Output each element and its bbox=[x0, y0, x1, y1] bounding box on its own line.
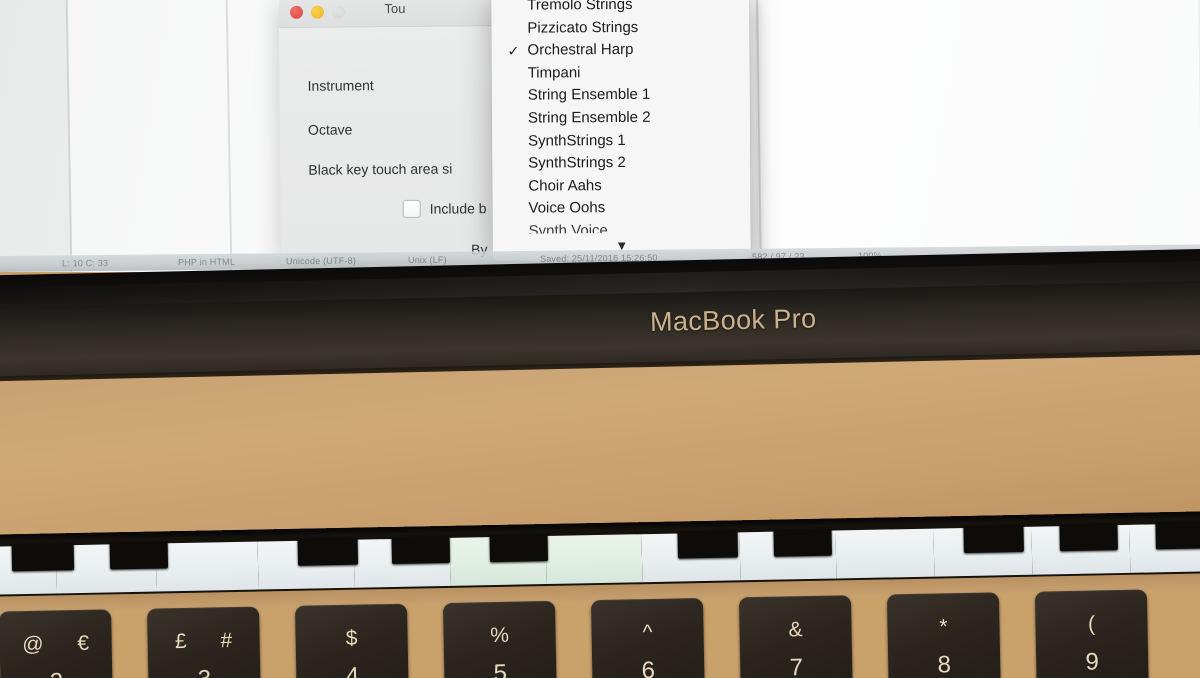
menu-item-label: Choir Aahs bbox=[528, 176, 602, 195]
menu-item-string-ensemble-2[interactable]: String Ensemble 2 bbox=[492, 106, 750, 130]
status-caret-position[interactable]: L: 10 C: 33 bbox=[62, 258, 108, 268]
label-instrument: Instrument bbox=[307, 77, 374, 94]
menu-item-orchestral-harp[interactable]: ✓ Orchestral Harp bbox=[491, 38, 749, 62]
include-checkbox-row[interactable]: Include b bbox=[402, 199, 487, 218]
key-3-digit: 3 bbox=[148, 665, 261, 678]
label-black-key-touch-area-size: Black key touch area si bbox=[308, 160, 453, 178]
menu-item-label: String Ensemble 1 bbox=[527, 86, 651, 104]
menu-item-choir-aahs[interactable]: Choir Aahs bbox=[492, 174, 750, 198]
key-9-digit: 9 bbox=[1085, 648, 1100, 676]
piano-white-key[interactable] bbox=[545, 534, 644, 585]
key-2[interactable]: @ € 2 bbox=[0, 609, 113, 678]
menu-item-label: Pizzicato Strings bbox=[527, 18, 639, 37]
key-9-symbol: ( bbox=[1087, 612, 1096, 636]
menu-item-string-ensemble-1[interactable]: String Ensemble 1 bbox=[492, 84, 750, 108]
menu-item-label: SynthStrings 1 bbox=[528, 131, 626, 150]
menu-item-voice-oohs[interactable]: Voice Oohs bbox=[492, 197, 750, 221]
key-8-digit: 8 bbox=[937, 651, 952, 678]
key-8-symbol: * bbox=[939, 615, 948, 639]
key-3[interactable]: £ # 3 bbox=[147, 606, 261, 678]
piano-black-key[interactable] bbox=[963, 524, 1024, 554]
status-line-ending[interactable]: Unix (LF) bbox=[408, 255, 447, 265]
key-2-modifiers: @ € bbox=[22, 631, 104, 657]
key-6[interactable]: ^ 6 bbox=[590, 598, 705, 678]
screenshot-root: Tou Instrument Octave Black key touch ar… bbox=[0, 0, 1200, 678]
laptop-screen: Tou Instrument Octave Black key touch ar… bbox=[0, 0, 1200, 272]
menu-item-label: SynthStrings 2 bbox=[528, 154, 626, 172]
menu-item-label: String Ensemble 2 bbox=[527, 108, 651, 127]
piano-white-key[interactable] bbox=[155, 541, 260, 592]
key-5-digit: 5 bbox=[493, 659, 508, 678]
key-7-digit: 7 bbox=[789, 654, 804, 678]
include-checkbox[interactable] bbox=[402, 199, 421, 218]
key-6-digit: 6 bbox=[641, 656, 656, 678]
key-4[interactable]: $ 4 bbox=[295, 603, 409, 678]
instrument-menu-list: Tremolo Strings Pizzicato Strings ✓ Orch… bbox=[491, 0, 750, 234]
menu-item-label: Voice Oohs bbox=[528, 199, 606, 217]
piano-black-key[interactable] bbox=[677, 530, 738, 559]
include-checkbox-label: Include b bbox=[429, 200, 487, 217]
piano-black-key[interactable] bbox=[1059, 523, 1118, 552]
window-title: Tou bbox=[384, 0, 406, 17]
background-window-right bbox=[757, 0, 1200, 272]
instrument-popup-menu[interactable]: Tremolo Strings Pizzicato Strings ✓ Orch… bbox=[491, 0, 751, 261]
piano-black-key[interactable] bbox=[1155, 521, 1200, 550]
piano-black-key[interactable] bbox=[489, 534, 549, 563]
menu-item-timpani[interactable]: Timpani bbox=[492, 61, 750, 85]
touch-bar-piano-dialog[interactable]: Tou Instrument Octave Black key touch ar… bbox=[278, 0, 514, 262]
key-7-symbol: & bbox=[788, 618, 803, 642]
piano-black-key[interactable] bbox=[773, 528, 832, 557]
key-2-digit: 2 bbox=[0, 667, 113, 678]
key-8[interactable]: * 8 bbox=[886, 592, 1001, 678]
menu-item-synthstrings-1[interactable]: SynthStrings 1 bbox=[492, 129, 750, 153]
piano-black-key[interactable] bbox=[11, 543, 75, 572]
piano-white-key[interactable] bbox=[835, 528, 936, 579]
label-octave: Octave bbox=[307, 121, 353, 138]
menu-item-synthstrings-2[interactable]: SynthStrings 2 bbox=[492, 151, 750, 175]
key-9[interactable]: ( 9 bbox=[1034, 589, 1149, 678]
key-7[interactable]: & 7 bbox=[738, 595, 853, 678]
menu-item-tremolo-strings[interactable]: Tremolo Strings bbox=[491, 0, 749, 17]
key-6-symbol: ^ bbox=[642, 620, 653, 645]
status-syntax-mode[interactable]: PHP in HTML bbox=[178, 257, 235, 268]
checkmark-icon: ✓ bbox=[507, 42, 520, 59]
piano-black-key[interactable] bbox=[391, 535, 451, 564]
menu-item-label: Timpani bbox=[527, 64, 581, 82]
menu-item-label: Tremolo Strings bbox=[527, 0, 633, 14]
key-5-symbol: % bbox=[490, 623, 510, 648]
piano-black-key[interactable] bbox=[109, 541, 169, 570]
menu-item-synth-voice[interactable]: Synth Voice bbox=[493, 219, 751, 234]
key-4-digit: 4 bbox=[345, 662, 360, 678]
key-5[interactable]: % 5 bbox=[442, 600, 557, 678]
menu-item-label: Orchestral Harp bbox=[527, 41, 634, 59]
piano-black-key[interactable] bbox=[297, 537, 359, 566]
menu-item-label: Synth Voice bbox=[528, 222, 608, 234]
key-4-symbol: $ bbox=[345, 626, 358, 650]
menu-item-pizzicato-strings[interactable]: Pizzicato Strings bbox=[491, 16, 749, 40]
macbook-pro-wordmark: MacBook Pro bbox=[649, 303, 817, 338]
status-encoding[interactable]: Unicode (UTF-8) bbox=[286, 256, 356, 267]
key-3-modifiers: £ # bbox=[174, 628, 247, 654]
dialog-titlebar[interactable]: Tou bbox=[278, 0, 512, 29]
